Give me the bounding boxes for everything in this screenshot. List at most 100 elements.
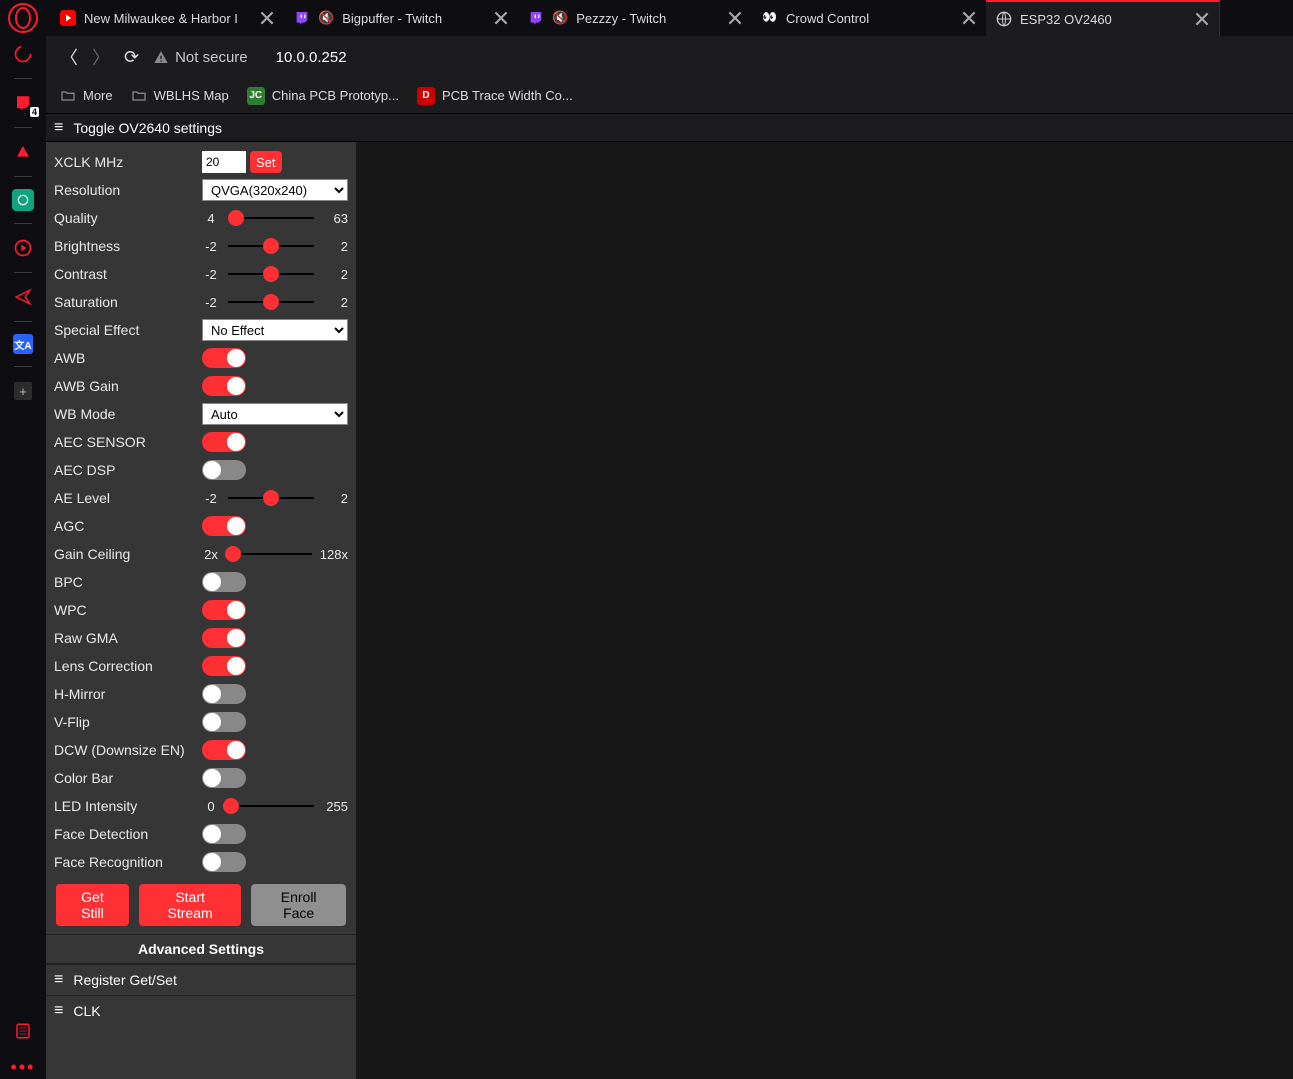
range-max: 63 xyxy=(322,211,348,226)
xclk-set-button[interactable]: Set xyxy=(250,151,282,173)
action-row: Get Still Start Stream Enroll Face xyxy=(46,876,356,934)
aec-dsp-toggle[interactable] xyxy=(202,460,246,480)
lens-corr-toggle[interactable] xyxy=(202,656,246,676)
quality-slider[interactable] xyxy=(228,217,314,219)
vflip-toggle[interactable] xyxy=(202,712,246,732)
awb-toggle[interactable] xyxy=(202,348,246,368)
tab-twitch-2[interactable]: 🔇 Pezzzy - Twitch xyxy=(518,0,752,36)
row-hmirror: H-Mirror xyxy=(46,680,356,708)
sidebar-clock-icon[interactable] xyxy=(11,42,35,66)
youtube-icon xyxy=(60,10,76,26)
saturation-slider[interactable] xyxy=(228,301,314,303)
url-area[interactable]: Not secure 10.0.0.252 xyxy=(153,49,346,66)
agc-toggle[interactable] xyxy=(202,516,246,536)
sidebar-send-icon[interactable] xyxy=(11,285,35,309)
back-button[interactable]: 〈 xyxy=(60,44,78,70)
face-det-label: Face Detection xyxy=(54,826,202,842)
range-min: 2x xyxy=(202,547,220,562)
tab-esp32[interactable]: ESP32 OV2460 xyxy=(986,0,1220,36)
range-max: 2 xyxy=(322,267,348,282)
range-min: -2 xyxy=(202,295,220,310)
bookmark-jlc[interactable]: JC China PCB Prototyp... xyxy=(247,87,399,105)
sidebar-chatgpt-icon[interactable] xyxy=(12,189,34,211)
brightness-label: Brightness xyxy=(54,238,202,254)
sidebar-triangle-icon[interactable] xyxy=(11,140,35,164)
bookmark-digikey[interactable]: D PCB Trace Width Co... xyxy=(417,87,573,105)
jlc-icon: JC xyxy=(247,87,265,105)
bookmarks-bar: More WBLHS Map JC China PCB Prototyp... … xyxy=(46,78,1293,114)
close-icon[interactable] xyxy=(260,11,274,25)
tab-title: Bigpuffer - Twitch xyxy=(342,11,486,26)
sidebar-calculator-icon[interactable] xyxy=(11,1019,35,1043)
close-icon[interactable] xyxy=(494,11,508,25)
row-aec-dsp: AEC DSP xyxy=(46,456,356,484)
not-secure-label: Not secure xyxy=(175,49,248,66)
tab-crowd[interactable]: 👀 Crowd Control xyxy=(752,0,986,36)
saturation-label: Saturation xyxy=(54,294,202,310)
reload-button[interactable]: ⟳ xyxy=(124,47,139,68)
get-still-button[interactable]: Get Still xyxy=(56,884,129,926)
face-det-toggle[interactable] xyxy=(202,824,246,844)
mute-icon: 🔇 xyxy=(552,10,568,26)
not-secure-badge[interactable]: Not secure xyxy=(153,49,248,66)
globe-icon xyxy=(996,11,1012,27)
bookmarks-more-label: More xyxy=(83,88,113,103)
lens-corr-label: Lens Correction xyxy=(54,658,202,674)
quality-label: Quality xyxy=(54,210,202,226)
dcw-toggle[interactable] xyxy=(202,740,246,760)
range-max: 128x xyxy=(320,547,348,562)
bookmark-label: WBLHS Map xyxy=(154,88,229,103)
register-get-set[interactable]: ≡ Register Get/Set xyxy=(46,964,356,995)
special-effect-select[interactable]: No Effect xyxy=(202,319,348,341)
contrast-slider[interactable] xyxy=(228,273,314,275)
row-awb: AWB xyxy=(46,344,356,372)
sidebar-more-icon[interactable]: ••• xyxy=(11,1055,35,1079)
gain-ceiling-slider[interactable] xyxy=(228,553,312,555)
resolution-select[interactable]: QVGA(320x240) xyxy=(202,179,348,201)
bookmarks-more[interactable]: More xyxy=(60,88,113,104)
clk-section[interactable]: ≡ CLK xyxy=(46,995,356,1026)
color-bar-toggle[interactable] xyxy=(202,768,246,788)
tab-twitch-1[interactable]: 🔇 Bigpuffer - Twitch xyxy=(284,0,518,36)
dcw-label: DCW (Downsize EN) xyxy=(54,742,202,758)
wb-mode-select[interactable]: Auto xyxy=(202,403,348,425)
aec-sensor-toggle[interactable] xyxy=(202,432,246,452)
raw-gma-toggle[interactable] xyxy=(202,628,246,648)
enroll-face-button[interactable]: Enroll Face xyxy=(251,884,346,926)
bpc-toggle[interactable] xyxy=(202,572,246,592)
contrast-label: Contrast xyxy=(54,266,202,282)
tab-youtube[interactable]: New Milwaukee & Harbor I xyxy=(50,0,284,36)
folder-icon xyxy=(131,88,147,104)
sidebar-add-icon[interactable]: + xyxy=(11,379,35,403)
tab-title: New Milwaukee & Harbor I xyxy=(84,11,252,26)
hamburger-icon: ≡ xyxy=(54,1002,63,1020)
xclk-input[interactable] xyxy=(202,151,246,173)
close-icon[interactable] xyxy=(1195,12,1209,26)
wpc-toggle[interactable] xyxy=(202,600,246,620)
forward-button[interactable]: 〉 xyxy=(92,44,110,70)
panel-toggle-header[interactable]: ≡ Toggle OV2640 settings xyxy=(46,114,1293,142)
range-min: 4 xyxy=(202,211,220,226)
row-contrast: Contrast-22 xyxy=(46,260,356,288)
opera-logo-icon[interactable] xyxy=(8,3,38,33)
hmirror-toggle[interactable] xyxy=(202,684,246,704)
ae-level-slider[interactable] xyxy=(228,497,314,499)
led-slider[interactable] xyxy=(228,805,314,807)
led-label: LED Intensity xyxy=(54,798,202,814)
sidebar-twitch-icon[interactable]: 4 xyxy=(11,91,35,115)
range-max: 255 xyxy=(322,799,348,814)
settings-panel: XCLK MHz Set Resolution QVGA(320x240) Qu… xyxy=(46,142,356,1079)
start-stream-button[interactable]: Start Stream xyxy=(139,884,241,926)
brightness-slider[interactable] xyxy=(228,245,314,247)
bookmark-wblhs[interactable]: WBLHS Map xyxy=(131,88,229,104)
face-rec-toggle[interactable] xyxy=(202,852,246,872)
bpc-label: BPC xyxy=(54,574,202,590)
close-icon[interactable] xyxy=(962,11,976,25)
close-icon[interactable] xyxy=(728,11,742,25)
sidebar-translate-icon[interactable]: 文A xyxy=(13,334,33,354)
agc-label: AGC xyxy=(54,518,202,534)
awb-gain-toggle[interactable] xyxy=(202,376,246,396)
range-min: -2 xyxy=(202,491,220,506)
row-resolution: Resolution QVGA(320x240) xyxy=(46,176,356,204)
sidebar-play-icon[interactable] xyxy=(11,236,35,260)
